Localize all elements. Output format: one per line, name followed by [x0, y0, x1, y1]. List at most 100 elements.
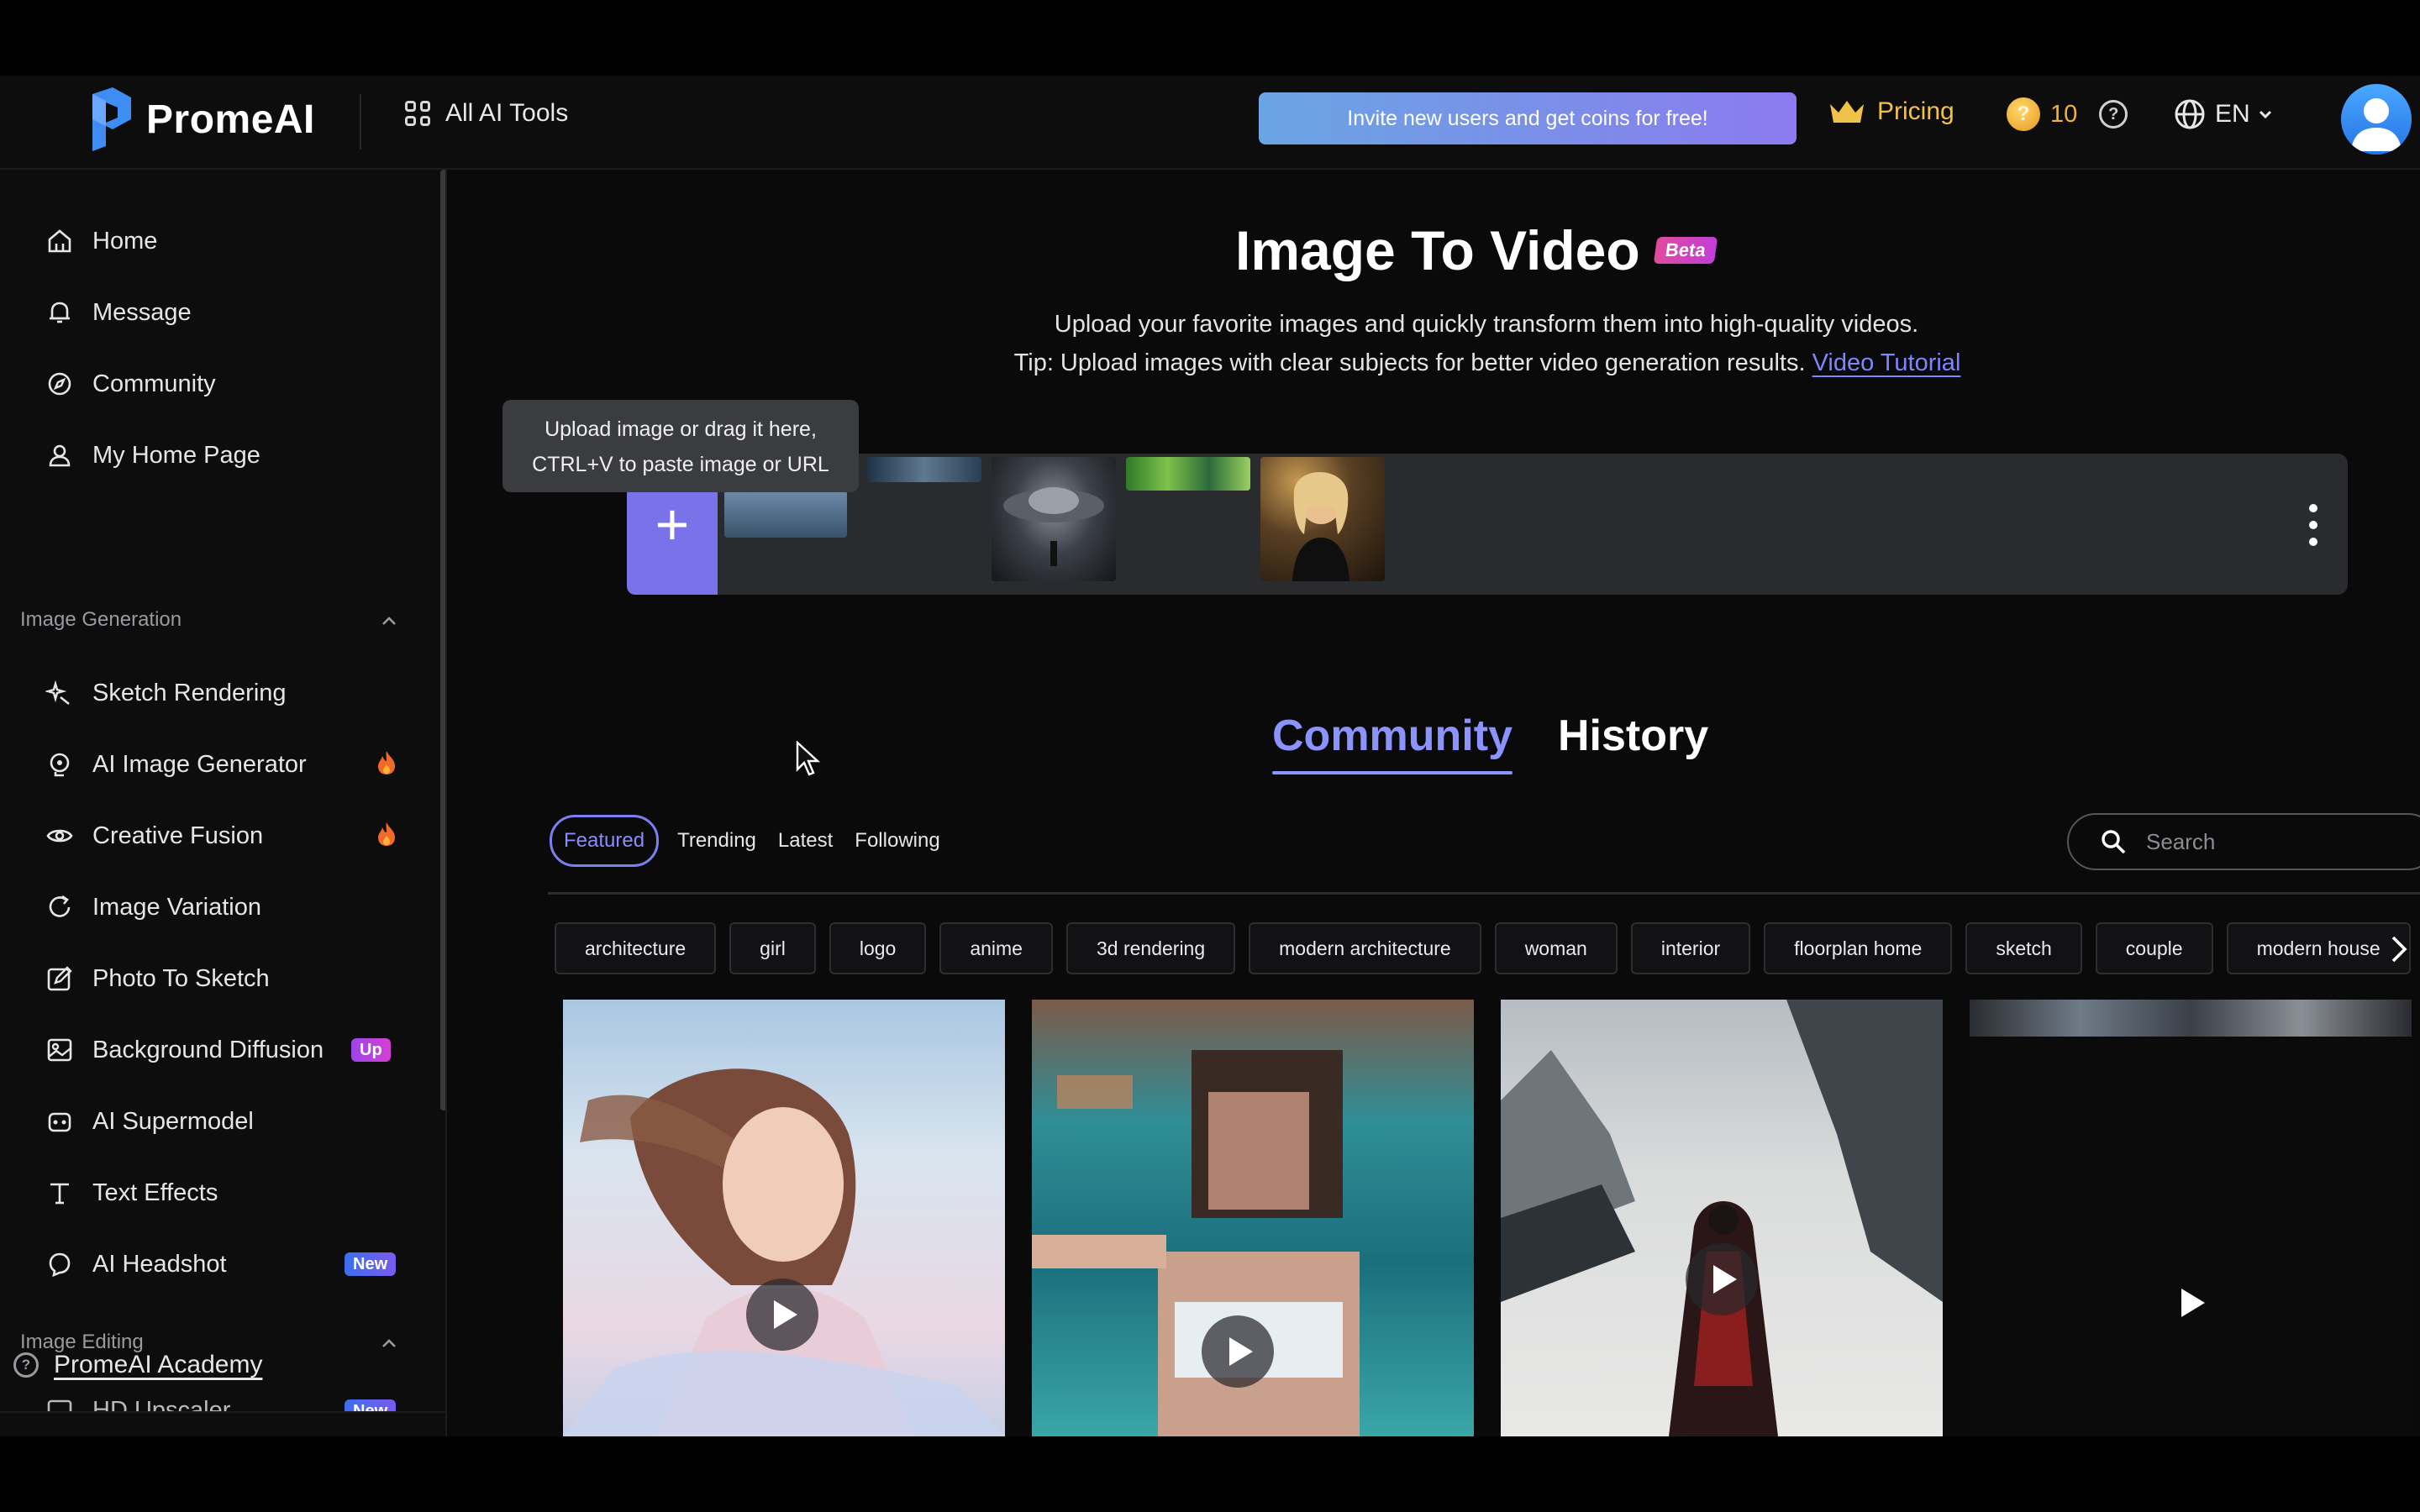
- upload-thumbnail[interactable]: [1126, 457, 1250, 491]
- tag-chip[interactable]: architecture: [555, 922, 717, 974]
- page-subtitle: Upload your favorite images and quickly …: [1054, 311, 1919, 338]
- tag-chip[interactable]: girl: [729, 922, 816, 974]
- refresh-icon: [49, 895, 71, 917]
- sidebar-item-label: Home: [92, 227, 158, 255]
- spaceship-image: [1003, 487, 1104, 566]
- sidebar-item-message[interactable]: Message: [45, 291, 192, 333]
- filter-row: Featured Trending Latest Following: [550, 815, 944, 867]
- compass-icon: [48, 372, 71, 396]
- sidebar-item-my-home-page[interactable]: My Home Page: [45, 434, 260, 476]
- sidebar-item-ai-supermodel[interactable]: AI Supermodel: [45, 1100, 254, 1142]
- sidebar-item-label: Text Effects: [92, 1179, 218, 1206]
- language-label: EN: [2215, 100, 2250, 128]
- woman-windblown-image: [563, 1068, 1005, 1436]
- sidebar-item-sketch-rendering[interactable]: Sketch Rendering: [45, 672, 287, 714]
- sidebar-item-community[interactable]: Community: [45, 363, 216, 405]
- header-divider: [360, 94, 361, 150]
- content-tabs: Community History: [1272, 711, 1708, 774]
- tag-chip[interactable]: modern architecture: [1249, 922, 1481, 974]
- home-icon: [48, 229, 71, 253]
- filter-following[interactable]: Following: [851, 817, 943, 864]
- play-icon[interactable]: [746, 1278, 818, 1351]
- coin-balance[interactable]: ? 10 ?: [2007, 97, 2128, 131]
- language-selector[interactable]: EN: [2173, 97, 2272, 131]
- sidebar-item-label: Image Variation: [92, 893, 261, 921]
- page-title: Image To Video Beta: [1235, 218, 1718, 282]
- user-icon: [2351, 98, 2402, 151]
- play-icon[interactable]: [2178, 1287, 2207, 1319]
- pricing-link[interactable]: Pricing: [1828, 97, 1954, 126]
- card-thumbnail-strip: [1970, 1000, 2412, 1037]
- sparkle-icon: [45, 680, 70, 706]
- search-icon: [2102, 830, 2126, 854]
- upload-thumbnail[interactable]: [1260, 457, 1385, 581]
- video-card[interactable]: [1032, 1000, 1474, 1436]
- video-card[interactable]: [563, 1000, 1005, 1436]
- sidebar-item-background-diffusion[interactable]: Background Diffusion: [45, 1029, 324, 1071]
- tip-text: Tip: Upload images with clear subjects f…: [1013, 349, 1806, 376]
- eye-fusion-icon: [46, 829, 73, 843]
- sidebar-item-photo-to-sketch[interactable]: Photo To Sketch: [45, 958, 270, 1000]
- chevron-up-icon[interactable]: [380, 615, 398, 627]
- invite-banner-button[interactable]: Invite new users and get coins for free!: [1259, 92, 1797, 144]
- upload-thumbnail[interactable]: [867, 457, 981, 482]
- tag-chip[interactable]: anime: [939, 922, 1053, 974]
- tag-chip[interactable]: interior: [1630, 922, 1751, 974]
- logo[interactable]: PromeAI: [81, 86, 315, 153]
- tab-history[interactable]: History: [1558, 711, 1708, 769]
- upload-tooltip: Upload image or drag it here, CTRL+V to …: [502, 400, 859, 492]
- beta-badge: Beta: [1653, 237, 1718, 264]
- app-window: PromeAI All AI Tools Invite new users an…: [0, 76, 2420, 1436]
- section-title-label: Image Generation: [20, 608, 182, 631]
- search-input[interactable]: Search: [2067, 813, 2420, 870]
- sidebar-item-label: Photo To Sketch: [92, 964, 270, 992]
- help-icon[interactable]: ?: [2099, 100, 2128, 129]
- tag-list: architecture girl logo anime 3d renderin…: [555, 922, 2411, 974]
- sidebar-scrollbar[interactable]: [440, 170, 445, 1110]
- video-card[interactable]: [1501, 1000, 1943, 1436]
- tag-chip[interactable]: floorplan home: [1764, 922, 1953, 974]
- more-options-icon[interactable]: [2309, 504, 2317, 546]
- tag-chip[interactable]: sketch: [1965, 922, 2082, 974]
- tag-chip[interactable]: couple: [2095, 922, 2213, 974]
- sidebar-item-creative-fusion[interactable]: Creative Fusion: [45, 815, 263, 857]
- page-title-text: Image To Video: [1235, 219, 1640, 281]
- tooltip-line: CTRL+V to paste image or URL: [532, 453, 829, 476]
- flame-icon: [378, 751, 395, 774]
- filter-featured[interactable]: Featured: [550, 815, 660, 867]
- tag-chip[interactable]: 3d rendering: [1065, 922, 1236, 974]
- section-image-generation[interactable]: Image Generation: [20, 608, 182, 632]
- sidebar-item-label: Creative Fusion: [92, 822, 264, 849]
- tag-chip[interactable]: modern house: [2226, 922, 2411, 974]
- sidebar-item-ai-image-generator[interactable]: AI Image Generator: [45, 743, 307, 785]
- all-ai-tools-label: All AI Tools: [445, 99, 569, 127]
- filter-latest[interactable]: Latest: [775, 817, 836, 864]
- all-ai-tools-button[interactable]: All AI Tools: [405, 99, 568, 128]
- play-icon[interactable]: [1686, 1243, 1758, 1315]
- upload-thumbnail[interactable]: [724, 491, 847, 538]
- filter-trending[interactable]: Trending: [674, 817, 760, 864]
- play-icon[interactable]: [1202, 1315, 1274, 1388]
- chevron-right-icon[interactable]: [2386, 934, 2412, 964]
- tag-chip[interactable]: logo: [829, 922, 927, 974]
- new-badge: New: [345, 1252, 397, 1276]
- sidebar-item-home[interactable]: Home: [45, 220, 157, 262]
- sidebar-item-text-effects[interactable]: Text Effects: [45, 1172, 218, 1214]
- sidebar-item-ai-headshot[interactable]: AI Headshot: [45, 1243, 227, 1285]
- sidebar-item-label: AI Supermodel: [92, 1107, 254, 1135]
- warrior-mountains-image: [1501, 1000, 1943, 1436]
- sidebar-footer: [0, 1411, 445, 1436]
- chevron-down-icon: [2259, 110, 2271, 118]
- tag-chip[interactable]: woman: [1494, 922, 1618, 974]
- sidebar-item-image-variation[interactable]: Image Variation: [45, 886, 261, 928]
- avatar[interactable]: [2341, 84, 2412, 155]
- video-tutorial-link[interactable]: Video Tutorial: [1812, 349, 1961, 376]
- grid-icon: [405, 101, 430, 126]
- filter-divider: [548, 892, 2420, 895]
- chevron-up-icon[interactable]: [380, 1337, 398, 1349]
- video-card[interactable]: [1970, 1000, 2412, 1436]
- upload-thumbnail[interactable]: [992, 457, 1116, 581]
- academy-link[interactable]: ? PromeAI Academy: [13, 1351, 262, 1379]
- search-placeholder: Search: [2146, 828, 2216, 854]
- tab-community[interactable]: Community: [1272, 711, 1512, 774]
